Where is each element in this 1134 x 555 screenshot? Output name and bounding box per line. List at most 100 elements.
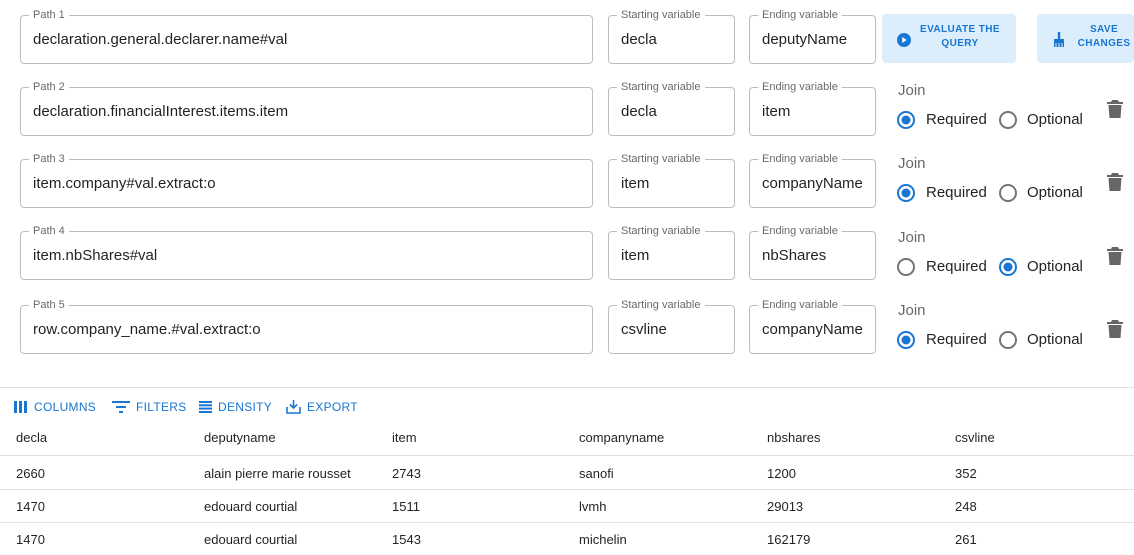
columns-button[interactable]: COLUMNS	[14, 398, 96, 416]
table-cell: 352	[955, 466, 977, 481]
evaluate-query-line2: QUERY	[941, 38, 979, 49]
density-button[interactable]: DENSITY	[199, 398, 272, 416]
path-3-optional-label: Optional	[1027, 184, 1083, 201]
path-4-join-label: Join	[898, 229, 926, 246]
path-5-value[interactable]: row.company_name.#val.extract:o	[33, 306, 261, 353]
columns-label: COLUMNS	[34, 400, 97, 414]
export-icon	[286, 400, 301, 414]
path-3-start-value[interactable]: item	[621, 160, 649, 207]
path-4-value[interactable]: item.nbShares#val	[33, 232, 157, 279]
filters-button[interactable]: FILTERS	[112, 398, 187, 416]
path-4-optional-label: Optional	[1027, 258, 1083, 275]
path-3-join-label: Join	[898, 155, 926, 172]
table-cell: lvmh	[579, 499, 607, 514]
path-2-optional-radio[interactable]	[998, 110, 1018, 130]
path-5-optional-radio[interactable]	[998, 330, 1018, 350]
row-divider	[0, 489, 1134, 490]
grid-top-border	[0, 387, 1134, 388]
path-4-required-radio[interactable]	[896, 257, 916, 277]
column-header-deputyname[interactable]: deputyname	[204, 430, 276, 445]
path-4-optional-radio[interactable]	[998, 257, 1018, 277]
table-cell: edouard courtial	[204, 532, 298, 547]
path-5-start-field[interactable]: Starting variable csvline	[608, 298, 735, 354]
path-2-start-value[interactable]: decla	[621, 88, 657, 135]
column-header-decla[interactable]: decla	[16, 430, 47, 445]
path-3-required-radio[interactable]	[896, 183, 916, 203]
export-label: EXPORT	[307, 400, 358, 414]
table-cell: 162179	[767, 532, 811, 547]
path-5-join-label: Join	[898, 302, 926, 319]
path-1-start-field[interactable]: Starting variable decla	[608, 8, 735, 64]
path-1-end-field[interactable]: Ending variable deputyName	[749, 8, 876, 64]
table-cell: 1200	[767, 466, 796, 481]
row-divider	[0, 522, 1134, 523]
column-header-item[interactable]: item	[392, 430, 417, 445]
path-2-delete-icon[interactable]	[1106, 99, 1124, 119]
path-5-field[interactable]: Path 5 row.company_name.#val.extract:o	[20, 298, 593, 354]
path-4-delete-icon[interactable]	[1106, 246, 1124, 266]
path-4-start-field[interactable]: Starting variable item	[608, 224, 735, 280]
path-4-field[interactable]: Path 4 item.nbShares#val	[20, 224, 593, 280]
table-cell: 29013	[767, 499, 804, 514]
table-cell: michelin	[579, 532, 627, 547]
path-4-end-field[interactable]: Ending variable nbShares	[749, 224, 876, 280]
evaluate-query-line1: EVALUATE THE	[920, 24, 1000, 35]
table-cell: 261	[955, 532, 977, 547]
evaluate-query-button[interactable]: EVALUATE THE QUERY	[882, 14, 1016, 63]
path-2-end-field[interactable]: Ending variable item	[749, 80, 876, 136]
export-button[interactable]: EXPORT	[286, 398, 358, 416]
density-icon	[199, 401, 212, 413]
path-2-field[interactable]: Path 2 declaration.financialInterest.ite…	[20, 80, 593, 136]
broom-icon	[1054, 32, 1064, 47]
path-5-end-value[interactable]: companyName	[762, 306, 863, 353]
column-header-csvline[interactable]: csvline	[955, 430, 995, 445]
play-circle-icon	[897, 33, 911, 47]
column-header-companyname[interactable]: companyname	[579, 430, 664, 445]
path-2-end-value[interactable]: item	[762, 88, 790, 135]
density-label: DENSITY	[218, 400, 273, 414]
table-cell: 1470	[16, 532, 45, 547]
save-changes-line1: SAVE	[1089, 24, 1119, 35]
table-cell: sanofi	[579, 466, 614, 481]
path-5-optional-label: Optional	[1027, 331, 1083, 348]
table-cell: 2743	[392, 466, 421, 481]
header-divider	[0, 455, 1134, 456]
column-header-nbshares[interactable]: nbshares	[767, 430, 820, 445]
path-1-field[interactable]: Path 1 declaration.general.declarer.name…	[20, 8, 593, 64]
table-cell: alain pierre marie rousset	[204, 466, 351, 481]
path-5-required-radio[interactable]	[896, 330, 916, 350]
path-1-value[interactable]: declaration.general.declarer.name#val	[33, 16, 287, 63]
path-2-optional-label: Optional	[1027, 111, 1083, 128]
path-2-value[interactable]: declaration.financialInterest.items.item	[33, 88, 288, 135]
path-2-join-label: Join	[898, 82, 926, 99]
path-2-start-field[interactable]: Starting variable decla	[608, 80, 735, 136]
path-4-end-value[interactable]: nbShares	[762, 232, 826, 279]
path-3-value[interactable]: item.company#val.extract:o	[33, 160, 216, 207]
save-changes-button[interactable]: SAVE CHANGES	[1037, 14, 1134, 63]
path-3-end-value[interactable]: companyName	[762, 160, 863, 207]
table-cell: 248	[955, 499, 977, 514]
filter-icon	[112, 401, 130, 413]
filters-label: FILTERS	[136, 400, 187, 414]
path-4-required-label: Required	[926, 258, 987, 275]
path-5-delete-icon[interactable]	[1106, 319, 1124, 339]
path-5-end-field[interactable]: Ending variable companyName	[749, 298, 876, 354]
path-3-optional-radio[interactable]	[998, 183, 1018, 203]
path-4-start-value[interactable]: item	[621, 232, 649, 279]
table-cell: 2660	[16, 466, 45, 481]
path-5-required-label: Required	[926, 331, 987, 348]
table-cell: 1511	[392, 499, 420, 514]
path-3-delete-icon[interactable]	[1106, 172, 1124, 192]
path-3-start-field[interactable]: Starting variable item	[608, 152, 735, 208]
path-3-field[interactable]: Path 3 item.company#val.extract:o	[20, 152, 593, 208]
path-5-start-value[interactable]: csvline	[621, 306, 667, 353]
path-3-required-label: Required	[926, 184, 987, 201]
path-1-end-value[interactable]: deputyName	[762, 16, 847, 63]
table-cell: 1470	[16, 499, 45, 514]
table-cell: edouard courtial	[204, 499, 298, 514]
path-3-end-field[interactable]: Ending variable companyName	[749, 152, 876, 208]
columns-icon	[14, 401, 27, 413]
path-2-required-label: Required	[926, 111, 987, 128]
path-1-start-value[interactable]: decla	[621, 16, 657, 63]
path-2-required-radio[interactable]	[896, 110, 916, 130]
